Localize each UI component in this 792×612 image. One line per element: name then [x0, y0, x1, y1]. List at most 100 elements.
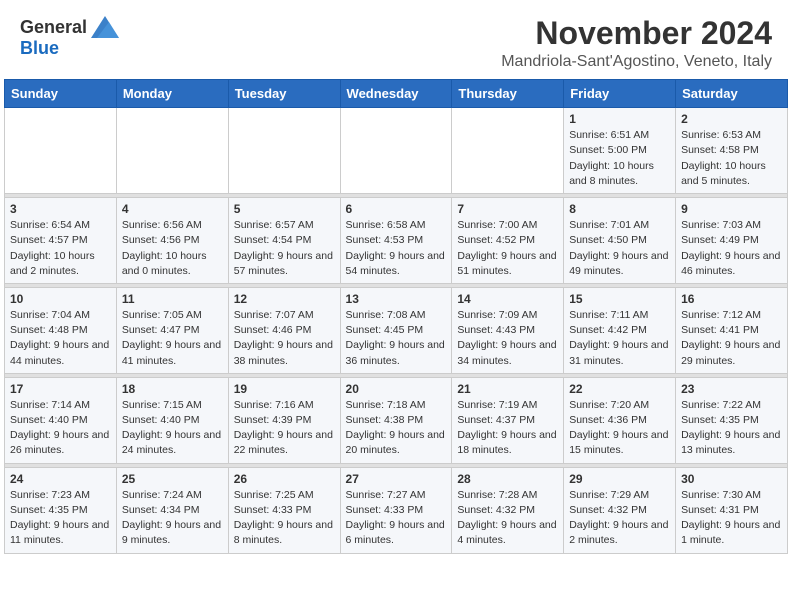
- header-wednesday: Wednesday: [340, 80, 452, 108]
- day-info: Sunrise: 7:09 AMSunset: 4:43 PMDaylight:…: [457, 308, 558, 369]
- day-number: 11: [122, 292, 223, 306]
- day-info: Sunrise: 6:56 AMSunset: 4:56 PMDaylight:…: [122, 218, 223, 279]
- calendar-cell: 22 Sunrise: 7:20 AMSunset: 4:36 PMDayligh…: [564, 377, 676, 463]
- day-info: Sunrise: 7:01 AMSunset: 4:50 PMDaylight:…: [569, 218, 670, 279]
- day-number: 5: [234, 202, 335, 216]
- day-info: Sunrise: 7:08 AMSunset: 4:45 PMDaylight:…: [346, 308, 447, 369]
- day-info: Sunrise: 7:03 AMSunset: 4:49 PMDaylight:…: [681, 218, 782, 279]
- day-info: Sunrise: 7:29 AMSunset: 4:32 PMDaylight:…: [569, 488, 670, 549]
- calendar-cell: 28 Sunrise: 7:28 AMSunset: 4:32 PMDayligh…: [452, 467, 564, 553]
- day-info: Sunrise: 6:51 AMSunset: 5:00 PMDaylight:…: [569, 128, 670, 189]
- calendar-cell: [340, 108, 452, 194]
- day-number: 17: [10, 382, 111, 396]
- day-info: Sunrise: 7:04 AMSunset: 4:48 PMDaylight:…: [10, 308, 111, 369]
- day-number: 7: [457, 202, 558, 216]
- header-saturday: Saturday: [676, 80, 788, 108]
- day-info: Sunrise: 7:24 AMSunset: 4:34 PMDaylight:…: [122, 488, 223, 549]
- day-number: 18: [122, 382, 223, 396]
- day-info: Sunrise: 6:57 AMSunset: 4:54 PMDaylight:…: [234, 218, 335, 279]
- calendar-cell: 14Sunrise: 7:09 AMSunset: 4:43 PMDayligh…: [452, 287, 564, 373]
- calendar-cell: 19 Sunrise: 7:16 AMSunset: 4:39 PMDayligh…: [228, 377, 340, 463]
- calendar-cell: 4 Sunrise: 6:56 AMSunset: 4:56 PMDaylight…: [116, 198, 228, 284]
- calendar-cell: [452, 108, 564, 194]
- day-number: 30: [681, 472, 782, 486]
- title-section: November 2024 Mandriola-Sant'Agostino, V…: [501, 16, 772, 71]
- day-info: Sunrise: 7:20 AMSunset: 4:36 PMDaylight:…: [569, 398, 670, 459]
- calendar-cell: 2Sunrise: 6:53 AMSunset: 4:58 PMDaylight…: [676, 108, 788, 194]
- logo-blue: Blue: [20, 38, 59, 58]
- header: General Blue November 2024 Mandriola-San…: [0, 0, 792, 79]
- calendar-cell: 24 Sunrise: 7:23 AMSunset: 4:35 PMDayligh…: [5, 467, 117, 553]
- calendar-cell: 18 Sunrise: 7:15 AMSunset: 4:40 PMDayligh…: [116, 377, 228, 463]
- calendar-cell: 29 Sunrise: 7:29 AMSunset: 4:32 PMDayligh…: [564, 467, 676, 553]
- day-number: 4: [122, 202, 223, 216]
- calendar-body: 1 Sunrise: 6:51 AMSunset: 5:00 PMDaylight…: [5, 108, 788, 553]
- calendar-cell: 11 Sunrise: 7:05 AMSunset: 4:47 PMDayligh…: [116, 287, 228, 373]
- header-thursday: Thursday: [452, 80, 564, 108]
- calendar-cell: [116, 108, 228, 194]
- day-number: 15: [569, 292, 670, 306]
- day-number: 22: [569, 382, 670, 396]
- calendar-cell: 5 Sunrise: 6:57 AMSunset: 4:54 PMDaylight…: [228, 198, 340, 284]
- calendar-cell: 30 Sunrise: 7:30 AMSunset: 4:31 PMDayligh…: [676, 467, 788, 553]
- day-info: Sunrise: 7:30 AMSunset: 4:31 PMDaylight:…: [681, 488, 782, 549]
- page-wrapper: General Blue November 2024 Mandriola-San…: [0, 0, 792, 558]
- calendar-cell: 8 Sunrise: 7:01 AMSunset: 4:50 PMDaylight…: [564, 198, 676, 284]
- day-number: 26: [234, 472, 335, 486]
- day-number: 16: [681, 292, 782, 306]
- day-number: 20: [346, 382, 447, 396]
- calendar-cell: 3Sunrise: 6:54 AMSunset: 4:57 PMDaylight…: [5, 198, 117, 284]
- calendar-cell: 23 Sunrise: 7:22 AMSunset: 4:35 PMDayligh…: [676, 377, 788, 463]
- calendar-wrap: Sunday Monday Tuesday Wednesday Thursday…: [0, 79, 792, 557]
- day-info: Sunrise: 7:00 AMSunset: 4:52 PMDaylight:…: [457, 218, 558, 279]
- calendar-cell: 15 Sunrise: 7:11 AMSunset: 4:42 PMDayligh…: [564, 287, 676, 373]
- day-number: 25: [122, 472, 223, 486]
- calendar-cell: 12 Sunrise: 7:07 AMSunset: 4:46 PMDayligh…: [228, 287, 340, 373]
- header-monday: Monday: [116, 80, 228, 108]
- calendar-cell: 26Sunrise: 7:25 AMSunset: 4:33 PMDayligh…: [228, 467, 340, 553]
- day-info: Sunrise: 7:16 AMSunset: 4:39 PMDaylight:…: [234, 398, 335, 459]
- calendar-cell: 1 Sunrise: 6:51 AMSunset: 5:00 PMDaylight…: [564, 108, 676, 194]
- main-title: November 2024: [501, 16, 772, 51]
- day-info: Sunrise: 7:18 AMSunset: 4:38 PMDaylight:…: [346, 398, 447, 459]
- calendar-cell: 10 Sunrise: 7:04 AMSunset: 4:48 PMDayligh…: [5, 287, 117, 373]
- day-number: 13: [346, 292, 447, 306]
- day-info: Sunrise: 7:11 AMSunset: 4:42 PMDaylight:…: [569, 308, 670, 369]
- day-number: 1: [569, 112, 670, 126]
- logo: General Blue: [20, 16, 119, 59]
- calendar-cell: 20 Sunrise: 7:18 AMSunset: 4:38 PMDayligh…: [340, 377, 452, 463]
- calendar-cell: 9 Sunrise: 7:03 AMSunset: 4:49 PMDaylight…: [676, 198, 788, 284]
- day-number: 9: [681, 202, 782, 216]
- day-number: 24: [10, 472, 111, 486]
- day-info: Sunrise: 7:23 AMSunset: 4:35 PMDaylight:…: [10, 488, 111, 549]
- day-info: Sunrise: 7:07 AMSunset: 4:46 PMDaylight:…: [234, 308, 335, 369]
- day-number: 29: [569, 472, 670, 486]
- day-number: 6: [346, 202, 447, 216]
- day-info: Sunrise: 7:27 AMSunset: 4:33 PMDaylight:…: [346, 488, 447, 549]
- day-info: Sunrise: 7:12 AMSunset: 4:41 PMDaylight:…: [681, 308, 782, 369]
- calendar-cell: 16 Sunrise: 7:12 AMSunset: 4:41 PMDayligh…: [676, 287, 788, 373]
- day-number: 10: [10, 292, 111, 306]
- day-number: 19: [234, 382, 335, 396]
- day-number: 23: [681, 382, 782, 396]
- calendar-cell: 25 Sunrise: 7:24 AMSunset: 4:34 PMDayligh…: [116, 467, 228, 553]
- calendar-header: Sunday Monday Tuesday Wednesday Thursday…: [5, 80, 788, 108]
- header-sunday: Sunday: [5, 80, 117, 108]
- day-number: 2: [681, 112, 782, 126]
- day-info: Sunrise: 7:22 AMSunset: 4:35 PMDaylight:…: [681, 398, 782, 459]
- calendar-cell: 7 Sunrise: 7:00 AMSunset: 4:52 PMDaylight…: [452, 198, 564, 284]
- day-info: Sunrise: 7:05 AMSunset: 4:47 PMDaylight:…: [122, 308, 223, 369]
- day-number: 8: [569, 202, 670, 216]
- day-number: 3: [10, 202, 111, 216]
- day-number: 28: [457, 472, 558, 486]
- day-info: Sunrise: 7:28 AMSunset: 4:32 PMDaylight:…: [457, 488, 558, 549]
- calendar: Sunday Monday Tuesday Wednesday Thursday…: [4, 79, 788, 553]
- day-info: Sunrise: 7:15 AMSunset: 4:40 PMDaylight:…: [122, 398, 223, 459]
- day-number: 12: [234, 292, 335, 306]
- day-info: Sunrise: 6:58 AMSunset: 4:53 PMDaylight:…: [346, 218, 447, 279]
- calendar-cell: 17 Sunrise: 7:14 AMSunset: 4:40 PMDayligh…: [5, 377, 117, 463]
- day-number: 21: [457, 382, 558, 396]
- subtitle: Mandriola-Sant'Agostino, Veneto, Italy: [501, 53, 772, 71]
- day-info: Sunrise: 7:19 AMSunset: 4:37 PMDaylight:…: [457, 398, 558, 459]
- day-info: Sunrise: 7:14 AMSunset: 4:40 PMDaylight:…: [10, 398, 111, 459]
